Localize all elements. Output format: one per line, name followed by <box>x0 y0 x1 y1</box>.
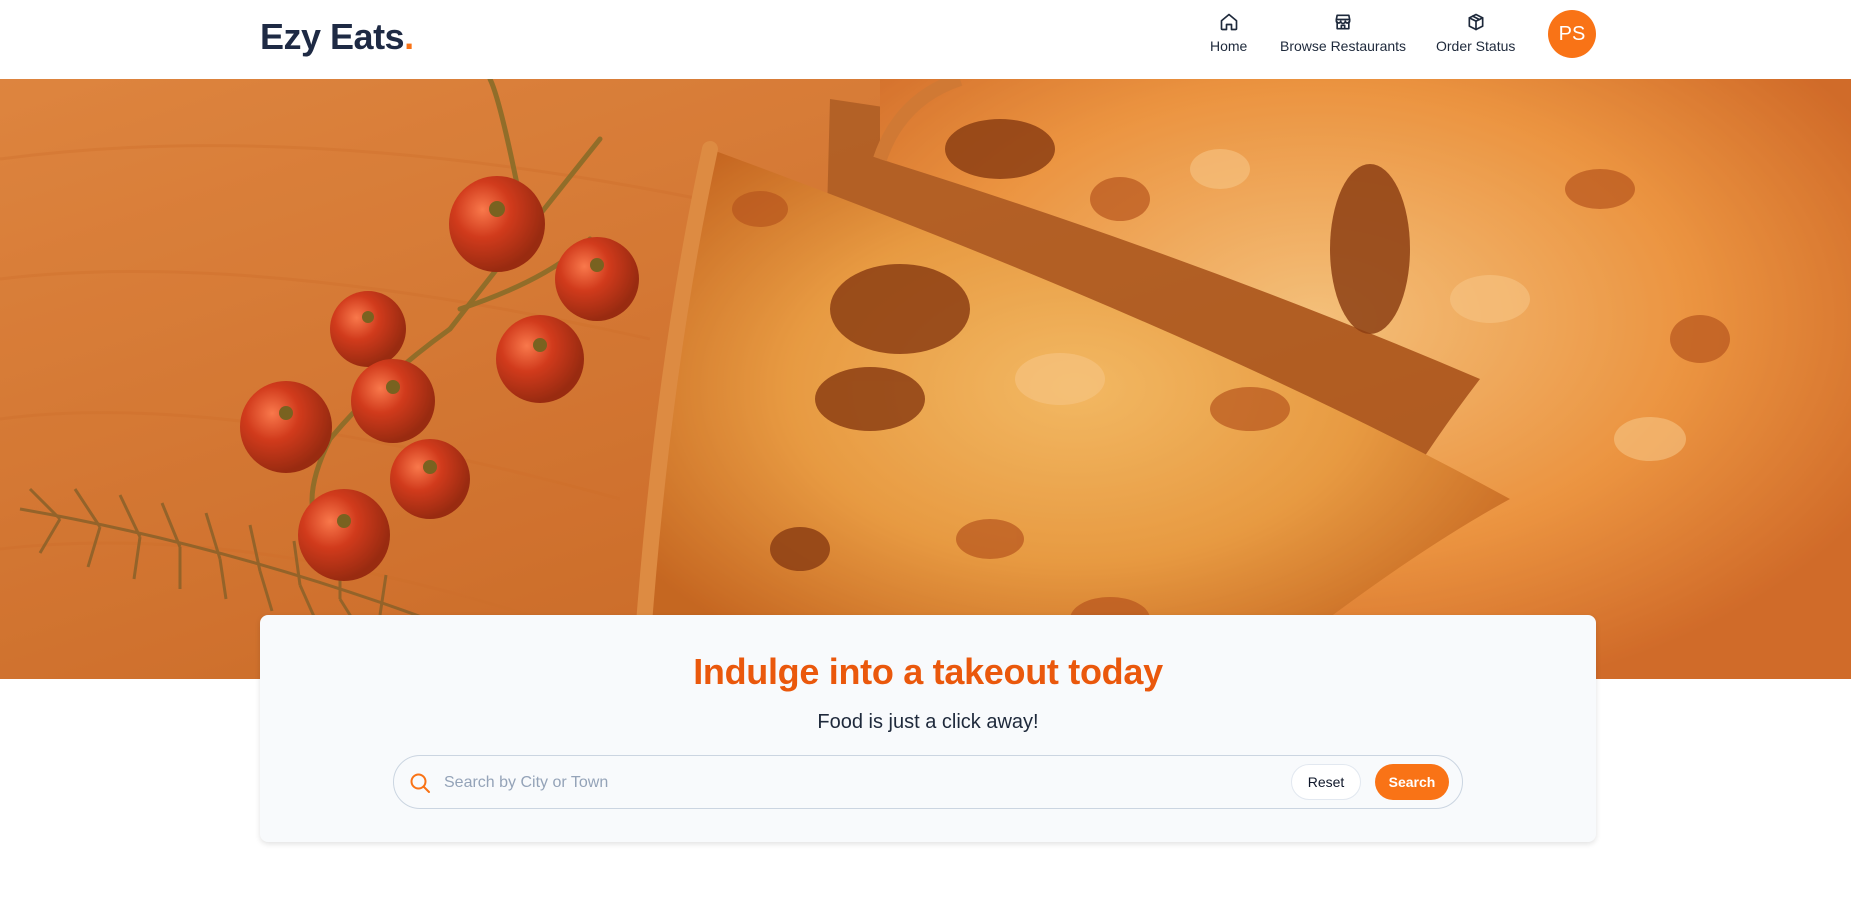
home-icon <box>1220 13 1238 31</box>
nav-browse-restaurants[interactable]: Browse Restaurants <box>1280 12 1406 60</box>
search-icon <box>410 773 430 793</box>
nav-home-label: Home <box>1210 38 1248 54</box>
nav-browse-label: Browse Restaurants <box>1280 38 1407 54</box>
brand-logo[interactable]: Ezy Eats. <box>260 16 414 58</box>
reset-button[interactable]: Reset <box>1291 764 1361 800</box>
search-button[interactable]: Search <box>1375 764 1449 800</box>
search-card: Indulge into a takeout today Food is jus… <box>260 615 1596 842</box>
package-icon <box>1468 13 1484 31</box>
logo-dot: . <box>404 16 414 57</box>
search-bar: Reset Search <box>393 755 1463 809</box>
store-icon <box>1335 14 1351 30</box>
search-card-subtitle: Food is just a click away! <box>817 711 1039 733</box>
nav-home[interactable]: Home <box>1210 12 1247 60</box>
nav-order-status[interactable]: Order Status <box>1436 12 1515 60</box>
top-navigation-bar: Ezy Eats. Home Browse Restaurants Order … <box>0 0 1851 79</box>
nav-order-label: Order Status <box>1436 38 1516 54</box>
search-card-title: Indulge into a takeout today <box>693 651 1163 692</box>
user-avatar[interactable]: PS <box>1548 10 1596 58</box>
hero-orange-tint <box>0 79 1851 679</box>
city-search-input[interactable] <box>444 766 1274 800</box>
hero-banner <box>0 79 1851 679</box>
